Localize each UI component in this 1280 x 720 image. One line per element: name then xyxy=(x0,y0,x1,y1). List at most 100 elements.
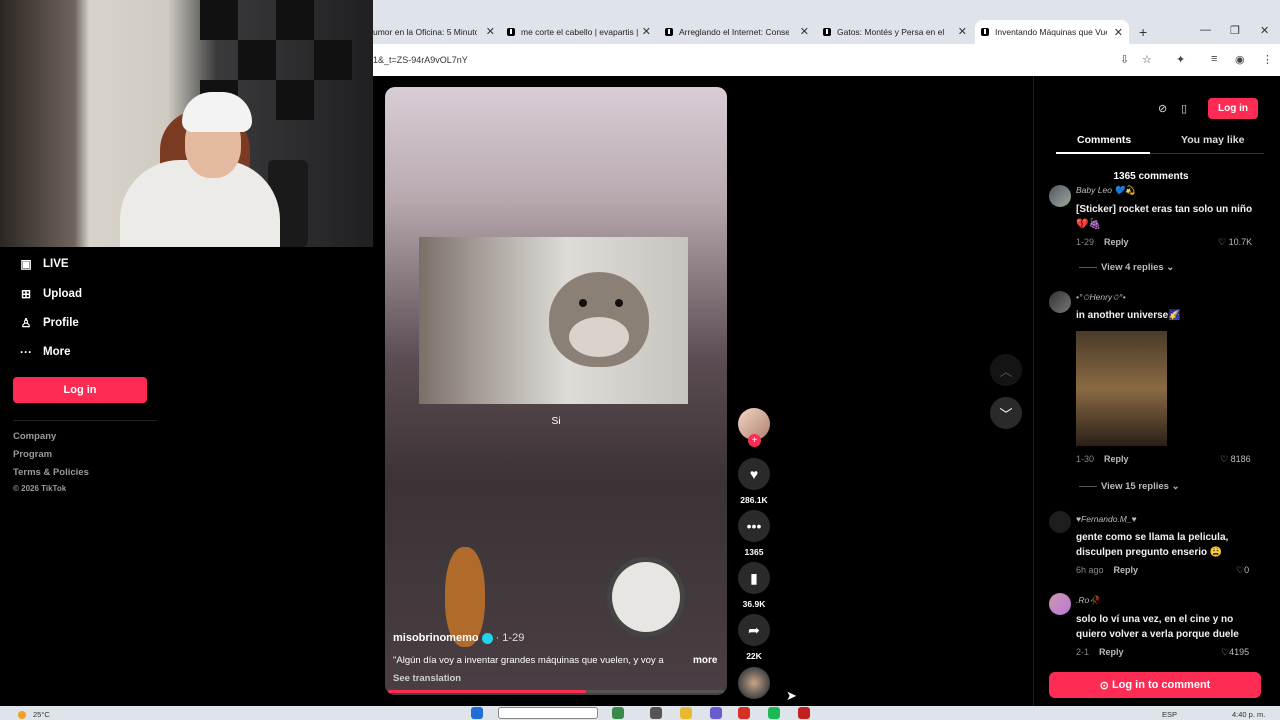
music-disc[interactable] xyxy=(738,667,770,699)
new-tab-button[interactable]: + xyxy=(1139,24,1147,40)
clock[interactable]: 4:40 p. m. xyxy=(1232,710,1265,719)
view-replies-label: View 4 replies xyxy=(1101,262,1164,273)
bookmark-icon[interactable]: ▮ xyxy=(738,562,770,594)
comment-action[interactable]: ••• 1365 xyxy=(738,510,770,557)
start-icon[interactable] xyxy=(471,707,483,719)
see-translation-link[interactable]: See translation xyxy=(393,673,461,684)
follow-button[interactable]: + xyxy=(748,434,761,447)
close-icon[interactable]: ✕ xyxy=(800,25,809,38)
share-action[interactable]: ➦ 22K xyxy=(738,614,770,661)
close-icon[interactable]: ✕ xyxy=(486,25,495,38)
tab-title: Inventando Máquinas que Vuel xyxy=(995,27,1107,37)
close-icon[interactable]: ✕ xyxy=(1114,26,1123,39)
comment-like[interactable]: ♡0 xyxy=(1236,565,1249,576)
chrome-icon[interactable] xyxy=(738,707,750,719)
spotify-icon[interactable] xyxy=(768,707,780,719)
avatar[interactable] xyxy=(1049,291,1071,313)
comment-count: 1365 xyxy=(744,547,764,557)
browser-tab[interactable]: me corte el cabello | evapartis | ✕ xyxy=(507,22,651,42)
browser-tab[interactable]: Gatos: Montés y Persa en el Mu ✕ xyxy=(823,22,967,42)
view-replies-button[interactable]: View 15 replies ⌄ xyxy=(1079,481,1180,492)
comment-username[interactable]: Baby Leo 💙💫 xyxy=(1076,185,1135,196)
reply-button[interactable]: Reply xyxy=(1104,237,1129,247)
footer-link-program[interactable]: Program xyxy=(13,449,52,460)
login-to-comment-button[interactable]: ⊙ Log in to comment xyxy=(1049,672,1261,698)
acoustic-panel xyxy=(276,0,314,40)
tab-title: umor en la Oficina: 5 Minutos xyxy=(373,27,477,37)
tab-comments[interactable]: Comments xyxy=(1077,134,1131,146)
tab-title: Gatos: Montés y Persa en el Mu xyxy=(837,27,947,37)
app-icon[interactable] xyxy=(798,707,810,719)
sidebar-item-profile[interactable]: ♙ Profile xyxy=(17,316,79,330)
comment-like[interactable]: ♡ 8186 xyxy=(1220,454,1251,465)
more-link[interactable]: more xyxy=(693,655,717,666)
language-indicator[interactable]: ESP xyxy=(1162,710,1177,719)
profile-icon: ♙ xyxy=(20,316,32,330)
video-subtitle: Si xyxy=(551,415,561,427)
menu-icon[interactable]: ⋮ xyxy=(1262,53,1273,66)
comment-username[interactable]: •°✩Henry✩°• xyxy=(1076,292,1126,303)
video-player[interactable]: Si misobrinomemo · 1-29 "Algún día voy a … xyxy=(385,87,727,695)
view-replies-button[interactable]: View 4 replies ⌄ xyxy=(1079,262,1174,273)
media-control-icon[interactable]: ≡ xyxy=(1211,53,1217,65)
previous-video-button[interactable]: ︿ xyxy=(990,354,1022,386)
share-icon[interactable]: ➦ xyxy=(738,614,770,646)
browser-tab[interactable]: Arreglando el Internet: Consejos ✕ xyxy=(665,22,809,42)
avatar[interactable] xyxy=(1049,185,1071,207)
video-date: · 1-29 xyxy=(495,632,525,644)
phone-icon[interactable]: ▯ xyxy=(1181,102,1187,115)
comment-like[interactable]: ♡ 10.7K xyxy=(1218,237,1252,248)
author-name[interactable]: misobrinomemo xyxy=(393,632,479,644)
compass-icon[interactable]: ⊘ xyxy=(1158,102,1167,115)
reply-button[interactable]: Reply xyxy=(1114,565,1139,575)
avatar[interactable] xyxy=(1049,593,1071,615)
next-video-button[interactable]: ﹀ xyxy=(990,397,1022,429)
weather-temp[interactable]: 25°C xyxy=(33,710,50,719)
sidebar-item-upload[interactable]: ⊞ Upload xyxy=(17,287,82,301)
comment-icon[interactable]: ••• xyxy=(738,510,770,542)
app-icon[interactable] xyxy=(710,707,722,719)
close-window-icon[interactable]: ✕ xyxy=(1260,24,1269,37)
comment-text: in another universe🌠 xyxy=(1076,310,1181,321)
comment-like[interactable]: ♡4195 xyxy=(1221,647,1249,658)
bookmark-star-icon[interactable]: ☆ xyxy=(1142,53,1152,66)
url-field[interactable]: 1&_t=ZS-94rA9vOL7nY xyxy=(373,55,468,65)
tab-you-may-like[interactable]: You may like xyxy=(1181,134,1244,146)
avatar[interactable] xyxy=(1049,511,1071,533)
browser-tab-active[interactable]: Inventando Máquinas que Vuel ✕ xyxy=(975,20,1129,44)
maximize-icon[interactable]: ❐ xyxy=(1230,24,1240,37)
comment-username[interactable]: .Ro🥀 xyxy=(1076,595,1100,606)
comment-meta: 2-1 Reply xyxy=(1076,647,1124,657)
video-progress-bar[interactable] xyxy=(388,690,724,693)
footer-link-terms[interactable]: Terms & Policies xyxy=(13,467,89,478)
profile-icon[interactable]: ◉ xyxy=(1235,53,1245,66)
close-icon[interactable]: ✕ xyxy=(642,25,651,38)
search-box[interactable] xyxy=(498,707,598,719)
heart-icon[interactable]: ♥ xyxy=(738,458,770,490)
comment-username[interactable]: ♥Fernando.M_♥ xyxy=(1076,514,1137,524)
footer-link-company[interactable]: Company xyxy=(13,431,56,442)
folder-icon[interactable] xyxy=(680,707,692,719)
close-icon[interactable]: ✕ xyxy=(958,25,967,38)
app-icon[interactable] xyxy=(650,707,662,719)
comment-image[interactable] xyxy=(1076,331,1167,446)
sidebar-item-live[interactable]: ▣ LIVE xyxy=(17,257,68,271)
tiktok-icon xyxy=(507,28,515,36)
minimize-icon[interactable]: — xyxy=(1200,24,1211,36)
extensions-icon[interactable]: ✦ xyxy=(1176,53,1185,66)
app-icon[interactable] xyxy=(612,707,624,719)
browser-tab[interactable]: umor en la Oficina: 5 Minutos ✕ xyxy=(373,22,495,42)
video-author[interactable]: misobrinomemo · 1-29 xyxy=(393,632,524,644)
chevron-down-icon: ﹀ xyxy=(999,406,1013,422)
more-icon: ··· xyxy=(20,345,32,359)
active-tab-indicator xyxy=(1056,152,1150,154)
reply-button[interactable]: Reply xyxy=(1099,647,1124,657)
login-button[interactable]: Log in xyxy=(13,377,147,403)
save-action[interactable]: ▮ 36.9K xyxy=(738,562,770,609)
login-button[interactable]: Log in xyxy=(1208,98,1258,119)
banjo xyxy=(607,557,685,637)
install-app-icon[interactable]: ⇩ xyxy=(1120,53,1129,66)
reply-button[interactable]: Reply xyxy=(1104,454,1129,464)
sidebar-item-more[interactable]: ··· More xyxy=(17,345,70,359)
like-action[interactable]: ♥ 286.1K xyxy=(738,458,770,505)
